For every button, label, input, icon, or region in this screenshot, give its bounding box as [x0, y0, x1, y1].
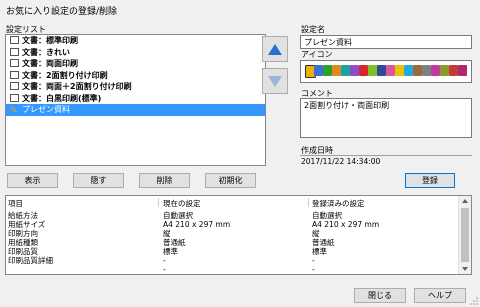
doc-icon-red[interactable] — [359, 65, 368, 76]
table-cell: - — [163, 256, 166, 265]
table-cell: 印刷方向 — [8, 229, 38, 238]
setting-name-value: プレゼン資料 — [304, 38, 352, 47]
doc-icon-cyan[interactable] — [404, 65, 413, 76]
table-cell: - — [312, 256, 315, 265]
help-button[interactable]: ヘルプ — [414, 288, 466, 303]
document-icon — [10, 59, 19, 67]
table-header-cell: 項目 — [8, 199, 23, 208]
scroll-up-icon[interactable] — [462, 199, 468, 203]
doc-icon-pink[interactable] — [386, 65, 395, 76]
doc-icon-magenta[interactable] — [431, 65, 440, 76]
table-cell: 標準 — [163, 247, 178, 256]
doc-icon-brown[interactable] — [413, 65, 422, 76]
table-cell: 標準 — [312, 247, 327, 256]
hide-button[interactable]: 隠す — [73, 173, 124, 188]
close-button[interactable]: 閉じる — [354, 288, 406, 303]
settings-list-item[interactable]: 文書：2面割り付け印刷 — [6, 70, 265, 82]
comment-textarea[interactable]: 2面割り付け・両面印刷 — [300, 98, 472, 138]
settings-list-item[interactable]: 文書：きれい — [6, 47, 265, 59]
table-row[interactable]: 用紙サイズ A4 210 x 297 mm A4 210 x 297 mm — [6, 220, 458, 229]
doc-icon-lime[interactable] — [368, 65, 377, 76]
table-row[interactable]: 印刷品質 標準 標準 — [6, 247, 458, 256]
table-cell: 給紙方法 — [8, 211, 38, 220]
table-cell: A4 210 x 297 mm — [163, 220, 231, 229]
settings-list-item-label: プレゼン資料 — [22, 105, 70, 114]
table-header-cell: 現在の設定 — [163, 199, 201, 208]
move-up-button[interactable] — [262, 36, 288, 62]
document-icon — [10, 93, 19, 102]
doc-icon-navy[interactable] — [377, 65, 386, 76]
comment-value: 2面割り付け・両面印刷 — [304, 101, 390, 110]
settings-list-item-label: 文書：白黒印刷(標準) — [22, 93, 102, 103]
setting-name-label: 設定名 — [301, 25, 325, 34]
doc-icon-violet[interactable] — [458, 65, 467, 76]
table-header: 項目 現在の設定 登録済みの設定 — [6, 199, 458, 208]
settings-list-item-label: 文書：両面印刷 — [22, 59, 78, 68]
doc-icon-purple[interactable] — [350, 65, 359, 76]
display-button[interactable]: 表示 — [7, 173, 58, 188]
column-separator[interactable] — [308, 198, 309, 207]
table-cell: 縦 — [163, 229, 171, 238]
document-icon — [10, 70, 19, 79]
setting-name-input[interactable]: プレゼン資料 — [300, 35, 472, 49]
settings-list-item[interactable]: 文書：両面印刷 — [6, 58, 265, 70]
table-row[interactable]: -- — [6, 265, 458, 274]
doc-icon-crimson[interactable] — [449, 65, 458, 76]
pencil-icon: ✎ — [10, 106, 18, 116]
column-separator[interactable] — [158, 198, 159, 207]
table-header-cell: 登録済みの設定 — [312, 199, 365, 208]
table-cell: 印刷品質 — [8, 247, 38, 256]
doc-icon-teal[interactable] — [341, 65, 350, 76]
settings-list-item[interactable]: 文書：白黒印刷(標準) — [6, 93, 265, 105]
table-cell: 自動選択 — [312, 211, 342, 220]
arrow-up-icon — [268, 43, 282, 55]
scroll-down-icon[interactable] — [462, 267, 468, 271]
register-button[interactable]: 登録 — [405, 173, 455, 188]
settings-list-item[interactable]: ✎ プレゼン資料 — [6, 104, 265, 116]
settings-list-item-label: 文書：標準印刷 — [22, 36, 78, 45]
table-cell: - — [163, 265, 166, 274]
doc-icon-gray[interactable] — [422, 65, 431, 76]
table-cell: 用紙サイズ — [8, 220, 46, 229]
delete-button[interactable]: 削除 — [139, 173, 190, 188]
settings-list[interactable]: 文書：標準印刷 文書：きれい 文書：両面印刷文書：2面割り付け印刷文書：両面＋2面割… — [5, 34, 266, 166]
table-cell: 普通紙 — [312, 238, 335, 247]
table-cell: 普通紙 — [163, 238, 186, 247]
doc-icon-blue[interactable] — [314, 65, 323, 76]
settings-list-item[interactable]: 文書：標準印刷 — [6, 35, 265, 47]
table-cell: 縦 — [312, 229, 320, 238]
table-row[interactable]: 用紙種類 普通紙 普通紙 — [6, 238, 458, 247]
move-down-button[interactable] — [262, 68, 288, 94]
settings-table[interactable]: 項目 現在の設定 登録済みの設定給紙方法 自動選択 自動選択用紙サイズ A4 210 x … — [5, 195, 472, 275]
table-scrollbar[interactable] — [458, 196, 471, 274]
document-icon — [10, 82, 19, 90]
settings-list-item-label: 文書：きれい — [22, 47, 70, 57]
table-cell: 印刷品質詳細 — [8, 256, 53, 265]
scroll-thumb[interactable] — [461, 208, 469, 262]
doc-icon-yellow[interactable] — [395, 65, 404, 76]
document-icon — [10, 47, 19, 56]
table-row[interactable]: 給紙方法 自動選択 自動選択 — [6, 211, 458, 220]
icon-picker[interactable] — [300, 60, 472, 83]
document-icon — [10, 36, 19, 44]
settings-list-item-label: 文書：2面割り付け印刷 — [22, 70, 108, 80]
table-cell: A4 210 x 297 mm — [312, 220, 380, 229]
resize-grip-icon[interactable] — [470, 297, 478, 305]
table-cell: 自動選択 — [163, 211, 193, 220]
created-divider — [300, 155, 472, 156]
table-cell: - — [312, 265, 315, 274]
doc-icon-orange[interactable] — [332, 65, 341, 76]
window-title: お気に入り設定の登録/削除 — [6, 7, 118, 17]
settings-list-item[interactable]: 文書：両面＋2面割り付け印刷 — [6, 81, 265, 93]
table-row[interactable]: 印刷品質詳細 - - — [6, 256, 458, 265]
doc-icon-olive[interactable] — [440, 65, 449, 76]
icon-label: アイコン — [301, 50, 333, 59]
settings-list-item-label: 文書：両面＋2面割り付け印刷 — [22, 82, 132, 91]
arrow-down-icon — [268, 75, 282, 87]
initialize-button[interactable]: 初期化 — [205, 173, 256, 188]
doc-icon-green[interactable] — [323, 65, 332, 76]
table-row[interactable]: 印刷方向 縦 縦 — [6, 229, 458, 238]
created-value: 2017/11/22 14:34:00 — [301, 157, 381, 166]
table-cell: 用紙種類 — [8, 238, 38, 247]
